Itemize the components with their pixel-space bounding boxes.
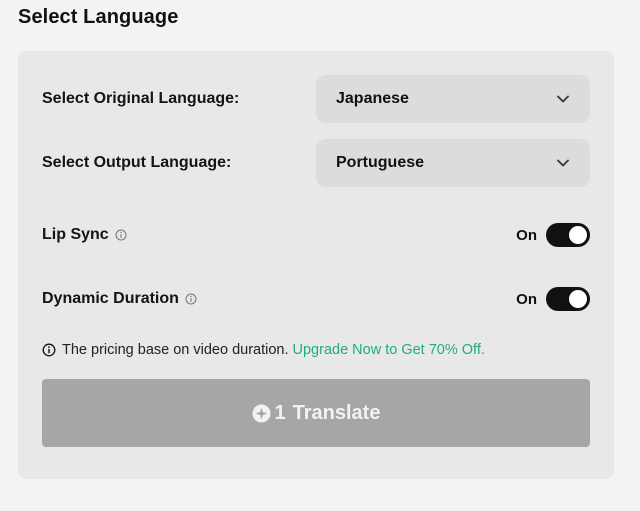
- original-language-value: Japanese: [336, 90, 409, 107]
- output-language-row: Select Output Language: Portuguese: [42, 139, 590, 187]
- dynamic-duration-toggle[interactable]: [546, 287, 590, 311]
- dynamic-duration-state: On: [516, 290, 537, 308]
- info-icon: [42, 343, 56, 357]
- original-language-row: Select Original Language: Japanese: [42, 75, 590, 123]
- lip-sync-label: Lip Sync: [42, 226, 109, 243]
- credit-icon: [252, 404, 271, 423]
- info-icon[interactable]: [115, 229, 127, 241]
- page-title: Select Language: [18, 6, 179, 28]
- chevron-down-icon: [556, 92, 570, 106]
- lip-sync-toggle[interactable]: [546, 223, 590, 247]
- info-icon[interactable]: [185, 293, 197, 305]
- lip-sync-row: Lip Sync On: [42, 219, 590, 251]
- toggle-knob: [569, 290, 587, 308]
- toggle-knob: [569, 226, 587, 244]
- output-language-value: Portuguese: [336, 154, 425, 171]
- language-settings-panel: Select Original Language: Japanese Selec…: [18, 51, 614, 479]
- original-language-label: Select Original Language:: [42, 90, 240, 107]
- translate-button[interactable]: 1 Translate: [42, 379, 590, 447]
- lip-sync-state: On: [516, 226, 537, 244]
- pricing-note-row: The pricing base on video duration. Upgra…: [42, 339, 590, 361]
- output-language-label: Select Output Language:: [42, 154, 232, 171]
- output-language-select[interactable]: Portuguese: [316, 139, 590, 187]
- upgrade-link[interactable]: Upgrade Now to Get 70% Off.: [293, 342, 485, 358]
- translate-label: Translate: [292, 401, 381, 424]
- dynamic-duration-row: Dynamic Duration On: [42, 283, 590, 315]
- dynamic-duration-label: Dynamic Duration: [42, 290, 179, 307]
- pricing-note: The pricing base on video duration.: [62, 342, 289, 358]
- credit-count: 1: [274, 401, 286, 424]
- chevron-down-icon: [556, 156, 570, 170]
- original-language-select[interactable]: Japanese: [316, 75, 590, 123]
